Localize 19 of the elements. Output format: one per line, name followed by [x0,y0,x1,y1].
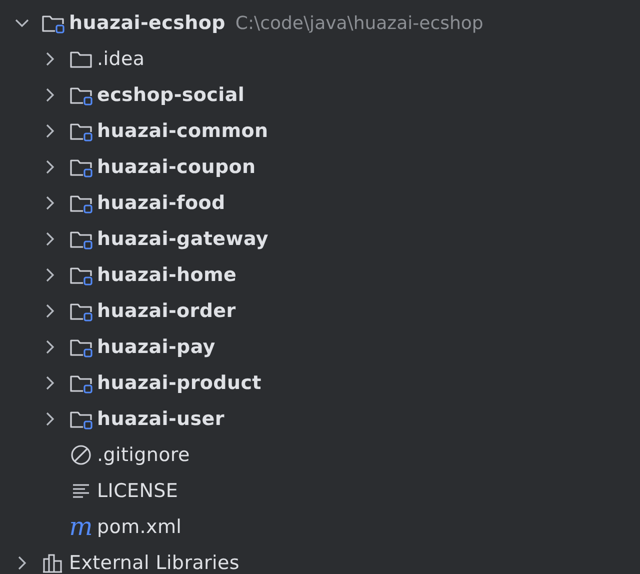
tree-item-label[interactable]: huazai-home [97,264,237,286]
tree-item-label[interactable]: .gitignore [97,444,190,466]
tree-item-label[interactable]: pom.xml [97,516,182,538]
tree-item-label[interactable]: ecshop-social [97,84,245,106]
maven-icon: m [69,515,93,539]
tree-item-label[interactable]: huazai-gateway [97,228,269,250]
tree-item-label[interactable]: huazai-pay [97,336,216,358]
tree-item-label[interactable]: huazai-food [97,192,226,214]
tree-item-label[interactable]: LICENSE [97,480,178,502]
tree-item-label[interactable]: huazai-ecshop [69,12,226,34]
tree-item-label[interactable]: huazai-order [97,300,236,322]
project-path: C:\code\java\huazai-ecshop [235,12,484,34]
tree-item-label[interactable]: huazai-coupon [97,156,256,178]
tree-item-label[interactable]: huazai-user [97,408,224,430]
tree-item-label[interactable]: External Libraries [69,552,240,574]
tree-item-label[interactable]: .idea [97,48,145,70]
tree-item-label[interactable]: huazai-common [97,120,268,142]
prohibited-icon [69,443,93,467]
tree-item-label[interactable]: huazai-product [97,372,262,394]
